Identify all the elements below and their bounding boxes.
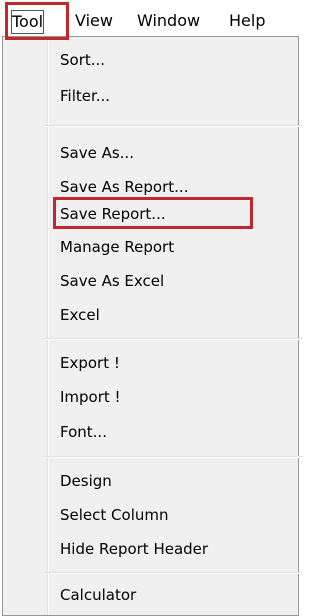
menu-item-export[interactable]: Export ! [60,352,120,374]
menu-item-save-report[interactable]: Save Report... [60,203,166,225]
menu-item-hide-report-header[interactable]: Hide Report Header [60,538,208,560]
menu-item-save-as-report[interactable]: Save As Report... [60,176,188,198]
menu-tool[interactable]: Tool [11,10,45,34]
tool-dropdown-menu [2,36,299,616]
menu-item-excel[interactable]: Excel [60,304,100,326]
icon-gutter-highlight [48,37,49,615]
menu-item-import[interactable]: Import ! [60,386,121,408]
menu-bar: Tool View Window Help [0,0,305,36]
menu-separator [44,572,303,574]
menu-item-filter[interactable]: Filter... [60,85,110,107]
menu-item-calculator[interactable]: Calculator [60,584,136,606]
menu-help[interactable]: Help [229,10,265,32]
menu-item-design[interactable]: Design [60,470,112,492]
menu-item-select-column[interactable]: Select Column [60,504,169,526]
menu-view[interactable]: View [75,10,113,32]
menu-item-font[interactable]: Font... [60,421,107,443]
menu-item-sort[interactable]: Sort... [60,49,105,71]
menu-item-save-as[interactable]: Save As... [60,142,134,164]
menu-window[interactable]: Window [137,10,200,32]
menu-item-save-as-excel[interactable]: Save As Excel [60,270,164,292]
menu-separator [44,125,303,127]
menu-separator [44,338,303,340]
menu-item-manage-report[interactable]: Manage Report [60,236,174,258]
menu-separator [44,456,303,458]
